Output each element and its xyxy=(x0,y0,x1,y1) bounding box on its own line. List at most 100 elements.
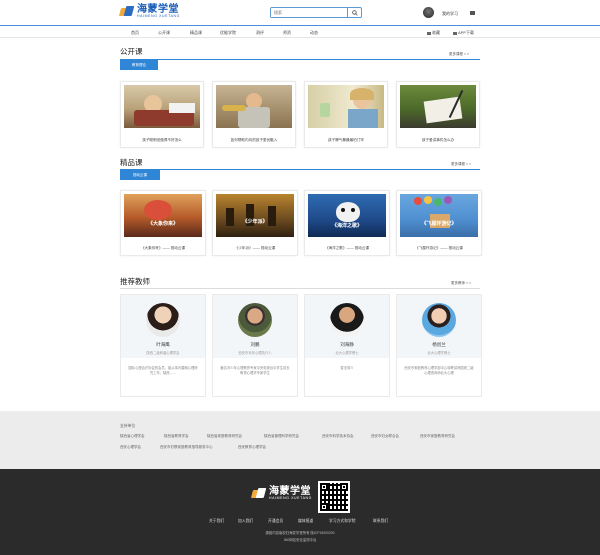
course-banner: 《海洋之歌》 xyxy=(331,223,362,229)
course-thumbnail xyxy=(308,85,384,128)
premium-course-card-2[interactable]: 《少年派》 《少年派》—— 视动云课 xyxy=(212,190,298,256)
footer-link-contact[interactable]: 联系我们 xyxy=(373,519,388,524)
nav-item-home[interactable]: 首页 xyxy=(131,30,139,36)
teacher-name: 叶海鹰 xyxy=(156,342,170,347)
course-thumbnail xyxy=(124,85,200,128)
qr-code-icon xyxy=(318,481,350,513)
footer-link-join[interactable]: 加入我们 xyxy=(238,519,253,524)
support-link[interactable]: 西安市家庭教育研究会 xyxy=(420,434,455,439)
course-banner: 《大象你来》 xyxy=(147,221,178,227)
open-course-card-1[interactable]: 孩子聪明但做得不好怎么 xyxy=(120,81,204,148)
support-link[interactable]: 陕西省教育学会 xyxy=(164,434,189,439)
nav-item-academy[interactable]: 优能学院 xyxy=(220,30,236,36)
site-header: 海蒙学堂 HAIMENG XUETANG 我的学习 xyxy=(0,0,600,26)
premium-course-card-1[interactable]: 《大象你来》 《大象你来》—— 视动云课 xyxy=(120,190,206,256)
open-course-card-3[interactable]: 孩子脾气暴躁最怕门牢 xyxy=(304,81,388,148)
course-thumbnail xyxy=(400,85,476,128)
premium-course-card-4[interactable]: 《飞屋环游记》 《飞屋环游记》—— 视动云课 xyxy=(396,190,482,256)
teacher-name: 杨创兰 xyxy=(432,342,446,347)
teacher-name: 刘鹏 xyxy=(250,342,260,347)
course-thumbnail xyxy=(216,85,292,128)
app-download-link[interactable]: APP下载 xyxy=(453,30,474,36)
footer-security[interactable]: 360网站安全监测平台 xyxy=(0,537,600,542)
open-course-card-2[interactable]: 如何帮助内向的孩子更优融入 xyxy=(212,81,296,148)
course-caption: 《飞屋环游记》—— 视动云课 xyxy=(415,246,463,250)
teacher-role: 西安市青年心理执行人 xyxy=(238,351,272,355)
course-thumbnail: 《飞屋环游记》 xyxy=(400,194,478,237)
support-link[interactable]: 西安市妇女联合会 xyxy=(371,434,399,439)
course-caption: 孩子聪明但做得不好怎么 xyxy=(142,138,182,142)
logo-mark-icon xyxy=(118,5,135,19)
course-caption: 孩子脾气暴躁最怕门牢 xyxy=(328,138,364,142)
teacher-name: 刘海静 xyxy=(340,342,354,347)
course-caption: 《大象你来》—— 视动云课 xyxy=(140,246,186,250)
course-thumbnail: 《大象你来》 xyxy=(124,194,202,237)
site-logo[interactable]: 海蒙学堂 HAIMENG XUETANG xyxy=(118,5,180,19)
teacher-photo xyxy=(238,303,272,337)
support-link[interactable]: 西安教育心理学会 xyxy=(238,445,266,450)
logo-subtitle: HAIMENG XUETANG xyxy=(137,14,180,19)
user-avatar[interactable] xyxy=(423,7,434,18)
support-title: 支持单位 xyxy=(120,424,136,428)
course-caption: 《少年派》—— 视动云课 xyxy=(234,246,276,250)
teacher-desc: 暂无简介 xyxy=(305,358,389,396)
support-link[interactable]: 西安心理学会 xyxy=(120,445,141,450)
nav-item-open-course[interactable]: 公开课 xyxy=(158,30,170,36)
app-download-label: APP下载 xyxy=(458,30,475,35)
course-caption: 《海洋之歌》—— 视动云课 xyxy=(324,246,370,250)
search-icon xyxy=(351,9,358,16)
support-link[interactable]: 陕西省心理学会 xyxy=(120,434,145,439)
my-learning-link[interactable]: 我的学习 xyxy=(442,11,458,17)
footer-link-about[interactable]: 关于我们 xyxy=(209,519,224,524)
search-box xyxy=(270,7,362,18)
teacher-card-3[interactable]: 刘海静 北大心理学博士 暂无简介 xyxy=(304,294,390,397)
teacher-role: 陕西二级和谐心理学会 xyxy=(146,351,180,355)
teacher-desc: 国际心理治疗协会的会员，曾从事青春期心理研究工作。陕西…… xyxy=(121,358,205,396)
course-caption: 孩子爱讲事件怎么办 xyxy=(421,138,455,142)
teacher-desc: 著名青少年心理教育专家中央电视台中学生成长教育心理学专家学生 xyxy=(213,358,297,396)
search-input[interactable] xyxy=(271,8,347,17)
teacher-card-4[interactable]: 杨创兰 北大心理学博士 西安市家庭教育心理学部中心特聘讲师国家二级心理咨询师北大… xyxy=(396,294,482,397)
footer-link-media[interactable]: 媒体报道 xyxy=(298,519,313,524)
open-course-card-4[interactable]: 孩子爱讲事件怎么办 xyxy=(396,81,480,148)
footer-link-learning[interactable]: 学习方式和学院 xyxy=(329,519,356,524)
premium-course-card-3[interactable]: 《海洋之歌》 《海洋之歌》—— 视动云课 xyxy=(304,190,390,256)
open-course-more-link[interactable]: 更多课程 > > xyxy=(449,52,469,57)
teacher-card-1[interactable]: 叶海鹰 陕西二级和谐心理学会 国际心理治疗协会的会员，曾从事青春期心理研究工作。… xyxy=(120,294,206,397)
favorites-link[interactable]: 收藏 xyxy=(427,30,440,36)
teacher-desc: 西安市家庭教育心理学部中心特聘讲师国家二级心理咨询师北大心理 xyxy=(397,358,481,396)
nav-item-teachers[interactable]: 师资 xyxy=(283,30,291,36)
logo-mark-icon xyxy=(250,487,267,501)
nav-item-premium-course[interactable]: 精品课 xyxy=(190,30,202,36)
teachers-title: 推荐教师 xyxy=(120,277,150,286)
main-nav: 首页 公开课 精品课 优能学院 测评 师资 动态 收藏 APP下载 xyxy=(0,26,600,38)
course-thumbnail: 《少年派》 xyxy=(216,194,294,237)
support-link[interactable]: 西安市妇联家庭教育指导服务中心 xyxy=(160,445,213,450)
nav-item-assessment[interactable]: 测评 xyxy=(256,30,264,36)
teacher-photo xyxy=(422,303,456,337)
open-course-divider xyxy=(120,59,480,60)
footer-link-membership[interactable]: 开通会员 xyxy=(268,519,283,524)
support-units-section xyxy=(0,411,600,469)
tab-video-cloud[interactable]: 视动云课 xyxy=(120,170,160,180)
footer-copyright: 源链内容版权归海蒙学堂所有 陕ICP15000200 xyxy=(265,531,335,535)
tab-education-theory[interactable]: 教育理论 xyxy=(120,60,158,70)
footer-logo[interactable]: 海蒙学堂 HAIMENG XUETANG xyxy=(250,487,312,501)
support-link[interactable]: 西安市科学技术协会 xyxy=(322,434,354,439)
site-footer xyxy=(0,469,600,555)
premium-course-more-link[interactable]: 更多课程 > > xyxy=(451,162,471,167)
favorites-label: 收藏 xyxy=(432,30,440,35)
search-button[interactable] xyxy=(347,8,361,17)
course-banner: 《飞屋环游记》 xyxy=(421,221,457,227)
teacher-card-2[interactable]: 刘鹏 西安市青年心理执行人 著名青少年心理教育专家中央电视台中学生成长教育心理学… xyxy=(212,294,298,397)
support-link[interactable]: 陕西省管理科学研究会 xyxy=(264,434,299,439)
teachers-more-link[interactable]: 更多教师 > > xyxy=(451,281,471,286)
teacher-role: 北大心理学博士 xyxy=(427,351,451,355)
premium-course-title: 精品课 xyxy=(120,158,143,167)
nav-item-news[interactable]: 动态 xyxy=(310,30,318,36)
premium-course-divider xyxy=(120,169,480,170)
support-link[interactable]: 陕西省家庭教育研究会 xyxy=(207,434,242,439)
mail-icon[interactable] xyxy=(470,11,475,15)
course-banner: 《少年派》 xyxy=(242,219,268,225)
favorite-icon xyxy=(427,31,431,35)
